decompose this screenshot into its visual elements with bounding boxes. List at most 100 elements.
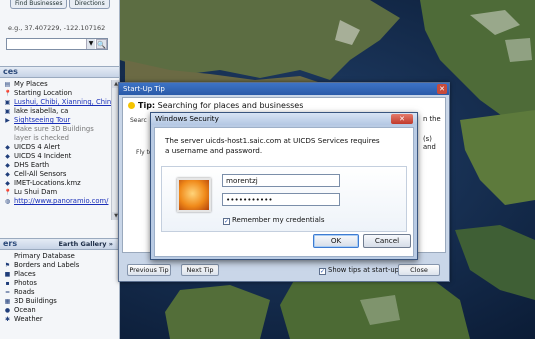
search-icon: 🔍 [97, 41, 106, 49]
tip-text-fragment-1: n the [423, 115, 441, 123]
search-history-dropdown[interactable]: ▼ [86, 39, 95, 49]
layer-item[interactable]: ▦ 3D Buildings [0, 297, 112, 306]
tip-text-fragment-2: (s) and [423, 135, 436, 151]
places-item[interactable]: ◆ UICDS 4 Incident [0, 152, 112, 161]
layer-item[interactable]: ▪ Photos [0, 279, 112, 288]
item-label: 3D Buildings [14, 297, 57, 305]
places-item[interactable]: ▣ lake isabella, ca [0, 107, 112, 116]
layers-header[interactable]: ers Earth Gallery » [0, 238, 119, 250]
places-header[interactable]: ces [0, 66, 119, 78]
layer-item[interactable]: ● Ocean [0, 306, 112, 315]
item-label: Starting Location [14, 89, 73, 97]
kml-icon: ◆ [5, 171, 10, 178]
item-label: Lu Shui Dam [14, 188, 58, 196]
kml-icon: ◆ [5, 153, 10, 160]
tour-icon: ▶ [5, 117, 10, 124]
kml-icon: ◆ [5, 162, 10, 169]
cancel-button[interactable]: Cancel [363, 234, 411, 248]
password-field[interactable]: ••••••••••• [222, 193, 340, 206]
layer-item[interactable]: ⚑ Borders and Labels [0, 261, 112, 270]
startup-tip-titlebar[interactable]: Start-Up Tip [119, 83, 449, 95]
kml-icon: ◆ [5, 180, 10, 187]
places-item[interactable]: ▣ Lushui, Chibi, Xianning, Chin [0, 98, 112, 107]
places-item[interactable]: 📍 Starting Location [0, 89, 112, 98]
close-button[interactable]: Close [398, 264, 440, 276]
places-item[interactable]: ◆ UICDS 4 Alert [0, 143, 112, 152]
show-tips-checkbox[interactable]: ✓ Show tips at start-up [319, 266, 399, 275]
places-icon: ■ [4, 271, 11, 278]
places-header-label: ces [3, 67, 18, 76]
next-tip-button[interactable]: Next Tip [181, 264, 219, 276]
tip-heading: Tip: Searching for places and businesses [128, 101, 303, 110]
user-avatar [177, 178, 211, 212]
earth-gallery-button[interactable]: Earth Gallery » [58, 239, 113, 249]
windows-security-close-icon[interactable]: ✕ [391, 114, 413, 124]
credential-tile[interactable]: morentzj ••••••••••• ✓ Remember my creden… [161, 166, 407, 232]
places-list: ▤ My Places 📍 Starting Location ▣ Lushui, Chi… [0, 80, 112, 206]
show-tips-label: Show tips at start-up [328, 266, 399, 274]
tab-directions[interactable]: Directions [69, 0, 110, 9]
layer-item[interactable]: Primary Database [0, 252, 112, 261]
link-icon: ◍ [4, 198, 11, 205]
item-label: Cell-All Sensors [14, 170, 67, 178]
item-label: layer is checked [14, 134, 69, 142]
item-label: UICDS 4 Incident [14, 152, 72, 160]
item-label: Roads [14, 288, 35, 296]
places-item[interactable]: ◆ Cell-All Sensors [0, 170, 112, 179]
places-item[interactable]: ◆ DHS Earth [0, 161, 112, 170]
layer-item[interactable]: ✱ Weather [0, 315, 112, 324]
layer-item[interactable]: ═ Roads [0, 288, 112, 297]
road-icon: ═ [5, 289, 10, 296]
item-label: lake isabella, ca [14, 107, 69, 115]
weather-icon: ✱ [4, 316, 11, 323]
tip-search-fragment: Searc [130, 117, 147, 124]
ocean-icon: ● [4, 307, 11, 314]
startup-tip-close-icon[interactable]: ✕ [437, 84, 447, 94]
ok-button[interactable]: OK [313, 234, 359, 248]
sidebar-panel: Find Businesses Directions e.g., 37.4072… [0, 0, 120, 339]
item-label: UICDS 4 Alert [14, 143, 61, 151]
places-item[interactable]: ◆ IMET-Locations.kmz [0, 179, 112, 188]
item-label: Borders and Labels [14, 261, 80, 269]
previous-tip-button[interactable]: Previous Tip [127, 264, 171, 276]
search-hint: e.g., 37.407229, -122.107162 [8, 24, 106, 32]
startup-tip-title: Start-Up Tip [123, 85, 165, 93]
remember-credentials-checkbox[interactable]: ✓ Remember my credentials [223, 216, 324, 225]
item-label: My Places [14, 80, 48, 88]
places-item[interactable]: ▤ My Places [0, 80, 112, 89]
item-label: Places [14, 270, 36, 278]
placemark-icon: ▣ [4, 99, 11, 106]
item-label: Make sure 3D Buildings [14, 125, 94, 133]
remember-credentials-label: Remember my credentials [232, 216, 325, 224]
checkbox-check-icon: ✓ [223, 218, 230, 225]
tab-find-businesses[interactable]: Find Businesses [10, 0, 68, 9]
item-label: Lushui, Chibi, Xianning, Chin [14, 98, 112, 106]
places-item[interactable]: 📍 Lu Shui Dam [0, 188, 112, 197]
placemark-icon: ▣ [4, 108, 11, 115]
windows-security-title: Windows Security [155, 114, 219, 123]
item-label: Ocean [14, 306, 36, 314]
folder-icon: ▤ [4, 81, 11, 88]
pushpin-icon: 📍 [4, 90, 12, 97]
search-button[interactable]: 🔍 [96, 39, 107, 49]
item-label: Primary Database [14, 252, 75, 260]
windows-security-titlebar[interactable]: Windows Security [151, 113, 417, 125]
layers-list: Primary Database ⚑ Borders and Labels ■ Plac… [0, 252, 112, 324]
item-label: IMET-Locations.kmz [14, 179, 81, 187]
photo-icon: ▪ [5, 280, 10, 287]
item-label: http://www.panoramio.com/ [14, 197, 109, 205]
layers-header-label: ers [3, 239, 18, 248]
item-label: Sightseeing Tour [14, 116, 71, 124]
lightbulb-icon [128, 102, 135, 109]
places-item[interactable]: Make sure 3D Buildings [0, 125, 112, 134]
places-item[interactable]: ▶ Sightseeing Tour [0, 116, 112, 125]
layer-item[interactable]: ■ Places [0, 270, 112, 279]
username-field[interactable]: morentzj [222, 174, 340, 187]
checkbox-check-icon: ✓ [319, 268, 326, 275]
places-item[interactable]: layer is checked [0, 134, 112, 143]
places-item[interactable]: ◍ http://www.panoramio.com/ [0, 197, 112, 206]
building-icon: ▦ [4, 298, 11, 305]
credential-prompt-message: The server uicds-host1.saic.com at UICDS… [165, 136, 380, 155]
search-tabs: Find Businesses Directions [10, 0, 110, 9]
item-label: Photos [14, 279, 37, 287]
